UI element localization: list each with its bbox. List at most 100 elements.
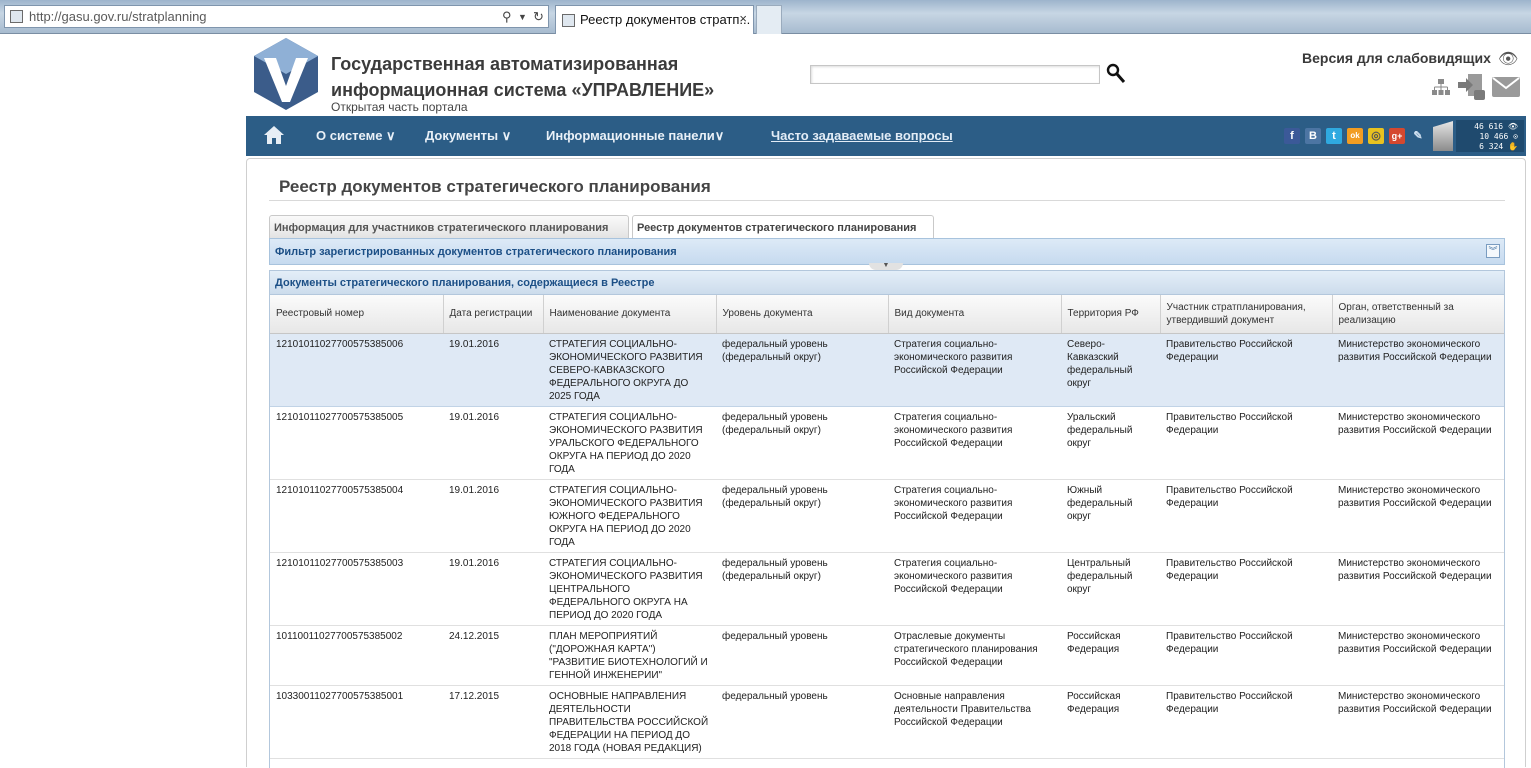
facebook-icon[interactable]: f bbox=[1284, 128, 1300, 144]
cell-document-level: федеральный уровень (федеральный округ) bbox=[716, 552, 888, 626]
table-row[interactable]: 12101011027700575385004 19.01.2016 СТРАТ… bbox=[270, 479, 1504, 553]
home-icon[interactable] bbox=[264, 126, 284, 144]
cell-document-level: федеральный уровень (федеральный округ) bbox=[716, 406, 888, 480]
browser-toolbar: http://gasu.gov.ru/stratplanning ⚲ ▼ ↻ Р… bbox=[0, 0, 1531, 34]
cell-document-level: федеральный уровень (федеральный округ) bbox=[716, 333, 888, 407]
col-header-territory[interactable]: Территория РФ bbox=[1061, 295, 1161, 334]
cell-registration-date: 19.01.2016 bbox=[443, 406, 543, 480]
cell-territory: Центральный федеральный округ bbox=[1061, 552, 1160, 626]
search-icon[interactable] bbox=[1106, 63, 1126, 85]
mailru-icon[interactable]: ◎ bbox=[1368, 128, 1384, 144]
documents-grid: Документы стратегического планирования, … bbox=[269, 270, 1505, 768]
col-header-document-level[interactable]: Уровень документа bbox=[716, 295, 889, 334]
col-header-document-name[interactable]: Наименование документа bbox=[543, 295, 717, 334]
cell-document-type: Отраслевые документы стратегического пла… bbox=[888, 625, 1061, 686]
main-nav: О системе ∨ Документы ∨ Информационные п… bbox=[246, 116, 1526, 156]
cell-territory: Южный федеральный округ bbox=[1061, 479, 1160, 553]
browser-tab[interactable]: Реестр документов стратп... × bbox=[555, 5, 754, 34]
tab-participant-info[interactable]: Информация для участников стратегическог… bbox=[269, 215, 629, 238]
cell-registration-date: 17.12.2015 bbox=[443, 685, 543, 759]
refresh-icon[interactable]: ↻ bbox=[533, 9, 544, 25]
cell-document-type: Основные направления деятельности Правит… bbox=[888, 685, 1061, 759]
cell-approver: Правительство Российской Федерации bbox=[1160, 552, 1332, 626]
tab-title: Реестр документов стратп... bbox=[580, 12, 751, 27]
cell-responsible-body: Министерство экономического развития Рос… bbox=[1332, 552, 1504, 626]
grid-caption: Документы стратегического планирования, … bbox=[270, 271, 1504, 295]
nav-documents[interactable]: Документы ∨ bbox=[425, 128, 511, 144]
odnoklassniki-icon[interactable]: ok bbox=[1347, 128, 1363, 144]
table-row[interactable]: 10330011027700575385001 17.12.2015 ОСНОВ… bbox=[270, 685, 1504, 759]
counter-users: 6 324 ✋ bbox=[1479, 142, 1518, 151]
col-header-registration-date[interactable]: Дата регистрации bbox=[443, 295, 544, 334]
cell-responsible-body: Министерство экономического развития Рос… bbox=[1332, 685, 1504, 759]
cell-territory: Российская Федерация bbox=[1061, 625, 1160, 686]
nav-info-panels[interactable]: Информационные панели∨ bbox=[546, 128, 724, 144]
expand-filter-icon[interactable]: ︾ bbox=[1486, 244, 1500, 258]
cell-registration-date: 19.01.2016 bbox=[443, 479, 543, 553]
address-url: http://gasu.gov.ru/stratplanning bbox=[29, 9, 207, 24]
cell-registration-date: 19.01.2016 bbox=[443, 333, 543, 407]
cell-document-type: Стратегия социально-экономического разви… bbox=[888, 406, 1061, 480]
livejournal-icon[interactable]: ✎ bbox=[1410, 128, 1426, 144]
cell-approver: Правительство Российской Федерации bbox=[1160, 479, 1332, 553]
cell-document-name: СТРАТЕГИЯ СОЦИАЛЬНО-ЭКОНОМИЧЕСКОГО РАЗВИ… bbox=[543, 333, 716, 407]
vkontakte-icon[interactable]: B bbox=[1305, 128, 1321, 144]
cell-responsible-body: Министерство экономического развития Рос… bbox=[1332, 333, 1504, 407]
cell-registry-number: 10110011027700575385002 bbox=[270, 625, 443, 686]
title-divider bbox=[269, 200, 1505, 201]
content-panel: Реестр документов стратегического планир… bbox=[246, 158, 1526, 768]
table-row[interactable]: 10110011027700575385002 24.12.2015 ПЛАН … bbox=[270, 625, 1504, 686]
cell-document-name: СТРАТЕГИЯ СОЦИАЛЬНО-ЭКОНОМИЧЕСКОГО РАЗВИ… bbox=[543, 479, 716, 553]
table-header-row: Реестровый номер Дата регистрации Наимен… bbox=[270, 295, 1504, 334]
tab-close-icon[interactable]: × bbox=[739, 11, 747, 26]
documents-table: Реестровый номер Дата регистрации Наимен… bbox=[270, 295, 1504, 759]
dropdown-arrow-icon[interactable]: ▼ bbox=[518, 12, 527, 22]
cell-document-type: Стратегия социально-экономического разви… bbox=[888, 479, 1061, 553]
table-row[interactable]: 121010110277005753850​06 19.01.2016 СТРА… bbox=[270, 333, 1504, 407]
statistics-icon[interactable] bbox=[1433, 121, 1453, 151]
filter-panel-label: Фильтр зарегистрированных документов стр… bbox=[275, 246, 677, 258]
cell-document-name: ОСНОВНЫЕ НАПРАВЛЕНИЯ ДЕЯТЕЛЬНОСТИ ПРАВИТ… bbox=[543, 685, 716, 759]
cell-territory: Российская Федерация bbox=[1061, 685, 1160, 759]
google-plus-icon[interactable]: g+ bbox=[1389, 128, 1405, 144]
cell-approver: Правительство Российской Федерации bbox=[1160, 406, 1332, 480]
cell-approver: Правительство Российской Федерации bbox=[1160, 625, 1332, 686]
cell-document-type: Стратегия социально-экономического разви… bbox=[888, 333, 1061, 407]
panel-splitter-handle[interactable]: ▼ bbox=[869, 262, 903, 270]
mail-icon[interactable] bbox=[1492, 77, 1520, 97]
nav-faq-link[interactable]: Часто задаваемые вопросы bbox=[771, 128, 953, 143]
login-icon[interactable] bbox=[1458, 72, 1488, 102]
nav-about[interactable]: О системе ∨ bbox=[316, 128, 396, 144]
accessibility-version-link[interactable]: Версия для слабовидящих bbox=[1302, 50, 1491, 66]
cell-responsible-body: Министерство экономического развития Рос… bbox=[1332, 625, 1504, 686]
table-row[interactable]: 12101011027700575385003 19.01.2016 СТРАТ… bbox=[270, 552, 1504, 626]
site-header: Государственная автоматизированная инфор… bbox=[246, 34, 1531, 116]
col-header-document-type[interactable]: Вид документа bbox=[888, 295, 1062, 334]
cell-document-type: Стратегия социально-экономического разви… bbox=[888, 552, 1061, 626]
cell-approver: Правительство Российской Федерации bbox=[1160, 333, 1332, 407]
page-title: Реестр документов стратегического планир… bbox=[279, 177, 711, 196]
cell-territory: Уральский федеральный округ bbox=[1061, 406, 1160, 480]
search-icon[interactable]: ⚲ bbox=[502, 9, 512, 25]
visit-counters: 46 616 👁 10 466 ⊙ 6 324 ✋ bbox=[1456, 120, 1524, 152]
cell-territory: Северо-Кавказский федеральный округ bbox=[1061, 333, 1160, 407]
col-header-registry-number[interactable]: Реестровый номер bbox=[270, 295, 444, 334]
cell-document-name: ПЛАН МЕРОПРИЯТИЙ ("ДОРОЖНАЯ КАРТА") "РАЗ… bbox=[543, 625, 716, 686]
new-tab-button[interactable] bbox=[756, 5, 782, 34]
address-bar[interactable]: http://gasu.gov.ru/stratplanning ⚲ ▼ ↻ bbox=[4, 5, 549, 28]
cell-document-level: федеральный уровень bbox=[716, 625, 888, 686]
filter-panel-header[interactable]: Фильтр зарегистрированных документов стр… bbox=[269, 238, 1505, 265]
table-row[interactable]: 12101011027700575385005 19.01.2016 СТРАТ… bbox=[270, 406, 1504, 480]
tab-document-registry[interactable]: Реестр документов стратегического планир… bbox=[632, 215, 934, 238]
cell-registry-number: 12101011027700575385003 bbox=[270, 552, 443, 626]
portal-title: Государственная автоматизированная инфор… bbox=[331, 51, 714, 103]
cell-registry-number: 12101011027700575385005 bbox=[270, 406, 443, 480]
site-search-input[interactable] bbox=[810, 65, 1100, 84]
eye-icon[interactable]: 👁 bbox=[1498, 49, 1518, 69]
col-header-approver[interactable]: Участник стратпланирования, утвердивший … bbox=[1160, 295, 1333, 334]
portal-subtitle: Открытая часть портала bbox=[331, 100, 468, 114]
cell-document-name: СТРАТЕГИЯ СОЦИАЛЬНО-ЭКОНОМИЧЕСКОГО РАЗВИ… bbox=[543, 406, 716, 480]
sitemap-icon[interactable] bbox=[1432, 78, 1450, 96]
col-header-responsible-body[interactable]: Орган, ответственный за реализацию bbox=[1332, 295, 1504, 334]
twitter-icon[interactable]: t bbox=[1326, 128, 1342, 144]
